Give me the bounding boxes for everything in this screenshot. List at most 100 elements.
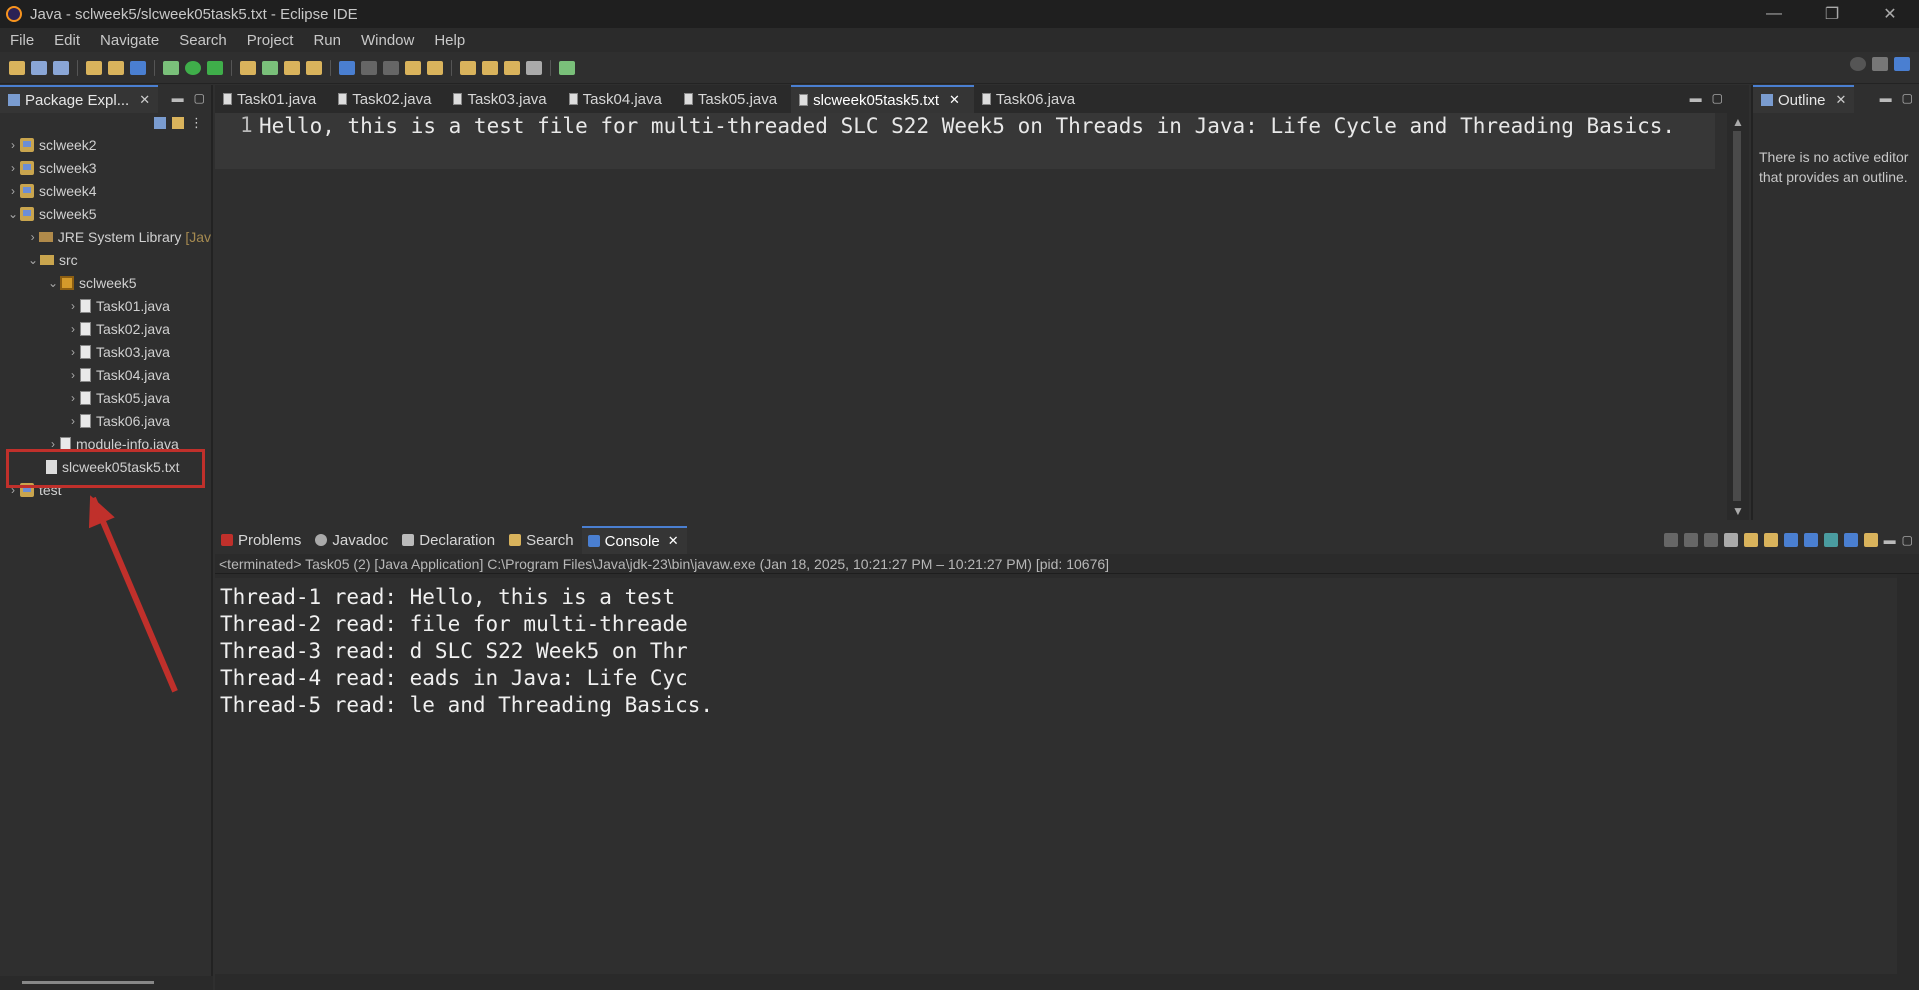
tab-package-explorer[interactable]: Package Expl... ✕ xyxy=(0,85,159,113)
show-console-on-error-icon[interactable] xyxy=(1803,533,1818,547)
toggle-block-selection-icon[interactable] xyxy=(361,60,377,75)
pin-console-icon[interactable] xyxy=(1823,533,1838,547)
tree-item[interactable]: › sclweek4 xyxy=(0,179,211,202)
tab-search[interactable]: Search xyxy=(503,526,582,554)
close-icon[interactable]: ✕ xyxy=(139,92,150,108)
scrollbar-thumb[interactable] xyxy=(1733,131,1741,501)
tree-item[interactable]: › Task02.java xyxy=(0,317,211,340)
editor-tab[interactable]: Task06.java xyxy=(974,85,1089,113)
minimize-view-icon[interactable]: ▬ xyxy=(1880,91,1892,105)
editor-tab[interactable]: Task01.java xyxy=(215,85,330,113)
minimize-view-icon[interactable]: ▬ xyxy=(1884,533,1896,547)
chevron-right-icon[interactable]: › xyxy=(66,322,80,336)
previous-annotation-icon[interactable] xyxy=(427,60,443,75)
editor-tab[interactable]: Task05.java xyxy=(676,85,791,113)
menu-help[interactable]: Help xyxy=(424,32,475,49)
menu-edit[interactable]: Edit xyxy=(44,32,90,49)
horizontal-scrollbar[interactable] xyxy=(0,976,213,990)
word-wrap-icon[interactable] xyxy=(1763,533,1778,547)
forward-arrow-icon[interactable] xyxy=(526,60,542,75)
tree-item[interactable]: › sclweek2 xyxy=(0,133,211,156)
restore-button[interactable]: ❐ xyxy=(1803,0,1861,28)
save-icon[interactable] xyxy=(31,60,47,75)
new-class-icon[interactable] xyxy=(262,60,278,75)
external-tools-icon[interactable] xyxy=(207,60,223,75)
clear-console-icon[interactable] xyxy=(1723,533,1738,547)
terminal-icon[interactable] xyxy=(130,60,146,75)
menu-project[interactable]: Project xyxy=(237,32,304,49)
remove-launch-icon[interactable] xyxy=(1683,533,1698,547)
open-console-icon[interactable] xyxy=(1863,533,1878,547)
close-window-button[interactable]: ✕ xyxy=(1861,0,1919,28)
tree-item[interactable]: › Task05.java xyxy=(0,386,211,409)
scroll-up-icon[interactable]: ▲ xyxy=(1732,115,1744,129)
scroll-lock-icon[interactable] xyxy=(1743,533,1758,547)
view-menu-icon[interactable]: ⋮ xyxy=(190,115,203,131)
back-icon[interactable] xyxy=(482,60,498,75)
tree-item[interactable]: › JRE System Library [Jav xyxy=(0,225,211,248)
tree-item[interactable]: › Task01.java xyxy=(0,294,211,317)
scrollbar-thumb[interactable] xyxy=(22,981,154,984)
next-annotation-icon[interactable] xyxy=(405,60,421,75)
tree-item[interactable]: ⌄ sclweek5 xyxy=(0,271,211,294)
console-vertical-scrollbar[interactable] xyxy=(1897,574,1919,974)
menu-file[interactable]: File xyxy=(0,32,44,49)
close-icon[interactable]: ✕ xyxy=(949,92,960,108)
minimize-editor-icon[interactable]: ▬ xyxy=(1690,91,1702,105)
editor-vertical-scrollbar[interactable]: ▲ ▼ xyxy=(1727,113,1749,520)
menu-navigate[interactable]: Navigate xyxy=(90,32,169,49)
java-perspective-icon[interactable] xyxy=(1894,57,1910,71)
tab-console[interactable]: Console ✕ xyxy=(581,526,687,554)
chevron-down-icon[interactable]: ⌄ xyxy=(26,253,40,267)
editor-tab[interactable]: Task04.java xyxy=(561,85,676,113)
show-console-on-output-icon[interactable] xyxy=(1783,533,1798,547)
editor-text[interactable]: Hello, this is a test file for multi-thr… xyxy=(259,113,1709,140)
chevron-right-icon[interactable]: › xyxy=(26,230,39,244)
link-with-editor-icon[interactable] xyxy=(172,117,184,129)
chevron-right-icon[interactable]: › xyxy=(66,299,80,313)
maximize-view-icon[interactable]: ▢ xyxy=(194,91,205,105)
tab-problems[interactable]: Problems xyxy=(215,526,309,554)
editor-tab-active[interactable]: slcweek05task5.txt ✕ xyxy=(791,85,974,113)
maximize-view-icon[interactable]: ▢ xyxy=(1902,91,1913,105)
undo-icon[interactable] xyxy=(86,60,102,75)
chevron-right-icon[interactable]: › xyxy=(6,138,20,152)
tree-item[interactable]: ⌄ sclweek5 xyxy=(0,202,211,225)
tree-item[interactable]: › Task06.java xyxy=(0,409,211,432)
tab-declaration[interactable]: Declaration xyxy=(396,526,503,554)
pin-editor-icon[interactable] xyxy=(559,60,575,75)
tab-outline[interactable]: Outline ✕ xyxy=(1753,85,1855,113)
scroll-down-icon[interactable]: ▼ xyxy=(1732,504,1744,518)
remove-all-terminated-icon[interactable] xyxy=(1703,533,1718,547)
chevron-right-icon[interactable]: › xyxy=(6,184,20,198)
close-icon[interactable]: ✕ xyxy=(668,533,679,549)
tree-item[interactable]: › Task03.java xyxy=(0,340,211,363)
collapse-all-icon[interactable] xyxy=(154,117,166,129)
open-type-icon[interactable] xyxy=(284,60,300,75)
save-all-icon[interactable] xyxy=(53,60,69,75)
menu-run[interactable]: Run xyxy=(303,32,351,49)
terminate-icon[interactable] xyxy=(1663,533,1678,547)
new-java-project-icon[interactable] xyxy=(240,60,256,75)
new-icon[interactable] xyxy=(9,60,25,75)
close-icon[interactable]: ✕ xyxy=(1836,92,1847,108)
tree-item[interactable]: ⌄ src xyxy=(0,248,211,271)
chevron-right-icon[interactable]: › xyxy=(66,391,80,405)
search-icon[interactable] xyxy=(1850,57,1866,71)
maximize-view-icon[interactable]: ▢ xyxy=(1902,533,1913,547)
chevron-right-icon[interactable]: › xyxy=(6,161,20,175)
chevron-right-icon[interactable]: › xyxy=(66,345,80,359)
tree-item[interactable]: › Task04.java xyxy=(0,363,211,386)
show-whitespace-icon[interactable] xyxy=(383,60,399,75)
editor-tab[interactable]: Task03.java xyxy=(445,85,560,113)
chevron-down-icon[interactable]: ⌄ xyxy=(46,276,60,290)
search-toolbar-icon[interactable] xyxy=(306,60,322,75)
run-icon[interactable] xyxy=(185,60,201,75)
redo-icon[interactable] xyxy=(108,60,124,75)
chevron-right-icon[interactable]: › xyxy=(66,368,80,382)
minimize-view-icon[interactable]: ▬ xyxy=(172,91,184,105)
menu-search[interactable]: Search xyxy=(169,32,237,49)
minimize-button[interactable]: — xyxy=(1745,0,1803,28)
maximize-editor-icon[interactable]: ▢ xyxy=(1712,91,1723,105)
menu-window[interactable]: Window xyxy=(351,32,424,49)
